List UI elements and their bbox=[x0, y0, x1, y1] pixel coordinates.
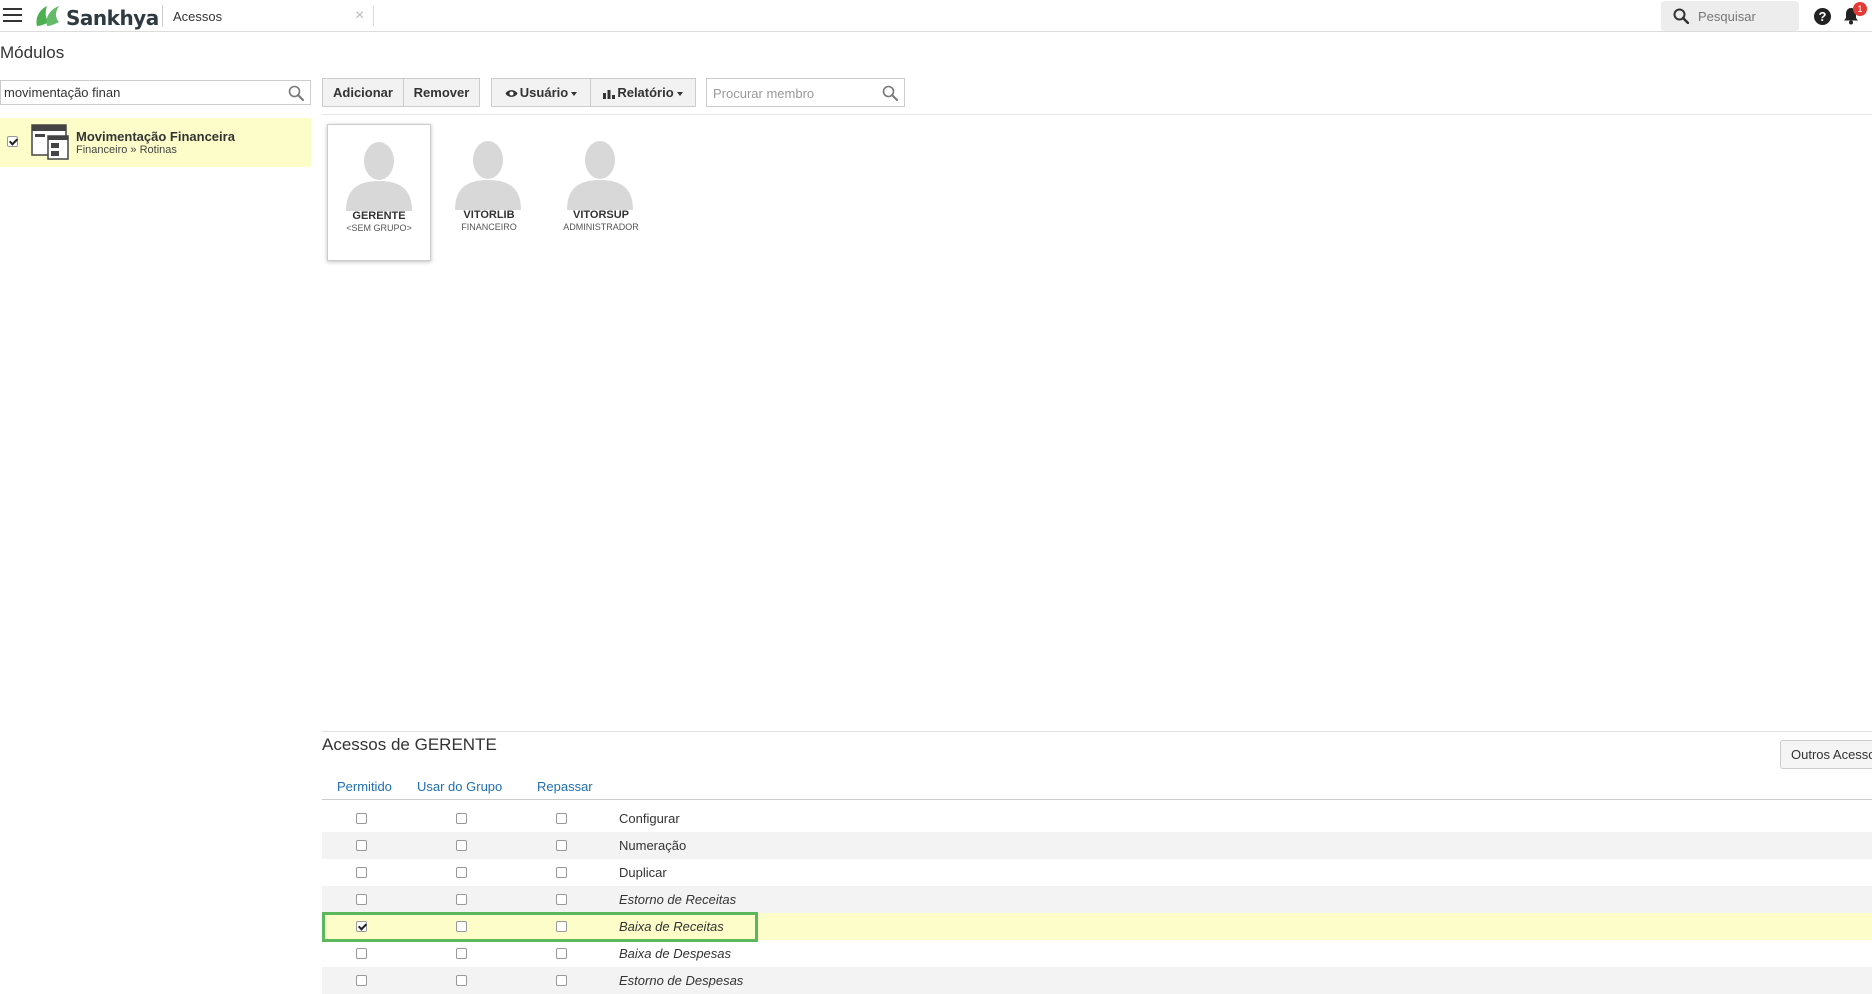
sankhya-logo-icon bbox=[36, 6, 59, 26]
use-group-checkbox[interactable] bbox=[456, 921, 467, 932]
report-dropdown-button[interactable]: Relatório bbox=[590, 78, 696, 107]
pass-checkbox[interactable] bbox=[556, 894, 567, 905]
page-title: Módulos bbox=[0, 43, 65, 62]
pass-checkbox[interactable] bbox=[556, 921, 567, 932]
user-card-vitorsup[interactable]: VITORSUP ADMINISTRADOR bbox=[549, 124, 653, 261]
allowed-checkbox[interactable] bbox=[356, 975, 367, 986]
use-group-checkbox[interactable] bbox=[456, 813, 467, 824]
bar-chart-icon bbox=[603, 89, 616, 99]
brand-name: Sankhya bbox=[66, 6, 159, 30]
access-label: Duplicar bbox=[619, 865, 667, 880]
access-label: Configurar bbox=[619, 811, 680, 826]
access-row-baixa-de-receitas: Baixa de Receitas bbox=[322, 913, 1872, 940]
access-row-configurar: Configurar bbox=[322, 805, 1872, 832]
access-title: Acessos de GERENTE bbox=[322, 735, 497, 754]
allowed-checkbox[interactable] bbox=[356, 840, 367, 851]
add-button[interactable]: Adicionar bbox=[322, 78, 404, 107]
caret-down-icon bbox=[571, 91, 578, 96]
access-label: Estorno de Receitas bbox=[619, 892, 737, 907]
other-access-button[interactable]: Outros Acessos bbox=[1780, 740, 1872, 769]
remove-button[interactable]: Remover bbox=[403, 78, 480, 107]
top-bar: Sankhya Acessos × Pesquisar ? 1 bbox=[0, 0, 1872, 32]
column-header-permitido[interactable]: Permitido bbox=[337, 779, 392, 794]
help-icon[interactable]: ? bbox=[1814, 8, 1831, 25]
close-icon[interactable]: × bbox=[355, 7, 364, 25]
use-group-checkbox[interactable] bbox=[456, 948, 467, 959]
search-placeholder: Pesquisar bbox=[1698, 9, 1756, 24]
module-search-field[interactable] bbox=[0, 80, 311, 105]
user-name: GERENTE bbox=[352, 210, 406, 222]
access-label: Estorno de Despesas bbox=[619, 973, 744, 988]
divider bbox=[322, 114, 1872, 115]
user-group: ADMINISTRADOR bbox=[563, 222, 639, 232]
user-avatar-icon bbox=[455, 141, 521, 210]
module-checkbox[interactable] bbox=[7, 136, 18, 147]
use-group-checkbox[interactable] bbox=[456, 840, 467, 851]
user-group: <SEM GRUPO> bbox=[346, 223, 412, 233]
column-header-usar-do-grupo[interactable]: Usar do Grupo bbox=[417, 779, 502, 794]
allowed-checkbox[interactable] bbox=[356, 813, 367, 824]
access-row-numeracao: Numeração bbox=[322, 832, 1872, 859]
pass-checkbox[interactable] bbox=[556, 867, 567, 878]
use-group-checkbox[interactable] bbox=[456, 975, 467, 986]
user-avatar-icon bbox=[346, 142, 412, 211]
divider bbox=[162, 5, 163, 27]
column-header-repassar[interactable]: Repassar bbox=[537, 779, 593, 794]
use-group-checkbox[interactable] bbox=[456, 867, 467, 878]
divider bbox=[373, 6, 374, 26]
pass-checkbox[interactable] bbox=[556, 948, 567, 959]
access-row-estorno-de-despesas: Estorno de Despesas bbox=[322, 967, 1872, 994]
user-dropdown-label: Usuário bbox=[519, 85, 569, 100]
user-card-vitorlib[interactable]: VITORLIB FINANCEIRO bbox=[437, 124, 541, 261]
allowed-checkbox[interactable] bbox=[356, 867, 367, 878]
access-label: Numeração bbox=[619, 838, 687, 853]
access-row-estorno-de-receitas: Estorno de Receitas bbox=[322, 886, 1872, 913]
access-label: Baixa de Receitas bbox=[619, 919, 724, 934]
user-card-gerente[interactable]: GERENTE <SEM GRUPO> bbox=[327, 124, 431, 261]
access-label: Baixa de Despesas bbox=[619, 946, 732, 961]
divider bbox=[322, 799, 1872, 800]
user-dropdown-button[interactable]: Usuário bbox=[491, 78, 591, 107]
divider bbox=[322, 731, 1872, 732]
allowed-checkbox[interactable] bbox=[356, 948, 367, 959]
user-name: VITORSUP bbox=[572, 209, 630, 221]
tab-acessos[interactable]: Acessos bbox=[173, 9, 222, 24]
module-path: Financeiro » Rotinas bbox=[76, 144, 177, 156]
access-row-duplicar: Duplicar bbox=[322, 859, 1872, 886]
user-avatar-icon bbox=[567, 141, 633, 210]
module-window-icon bbox=[31, 124, 69, 160]
access-row-baixa-de-despesas: Baixa de Despesas bbox=[322, 940, 1872, 967]
member-search-input[interactable]: Procurar membro bbox=[706, 78, 905, 107]
search-icon bbox=[1673, 8, 1689, 24]
use-group-checkbox[interactable] bbox=[456, 894, 467, 905]
module-search-input[interactable] bbox=[1, 81, 281, 103]
search-icon[interactable] bbox=[288, 85, 304, 101]
user-group: FINANCEIRO bbox=[461, 222, 517, 232]
pass-checkbox[interactable] bbox=[556, 840, 567, 851]
pass-checkbox[interactable] bbox=[556, 975, 567, 986]
pass-checkbox[interactable] bbox=[556, 813, 567, 824]
allowed-checkbox[interactable] bbox=[356, 894, 367, 905]
notification-badge: 1 bbox=[1853, 2, 1867, 16]
user-name: VITORLIB bbox=[463, 209, 515, 221]
report-dropdown-label: Relatório bbox=[617, 85, 674, 100]
caret-down-icon bbox=[676, 91, 683, 96]
eye-icon bbox=[505, 90, 518, 97]
global-search-input[interactable]: Pesquisar bbox=[1661, 1, 1799, 31]
module-item-movimentacao-financeira[interactable]: Movimentação Financeira Financeiro » Rot… bbox=[0, 118, 311, 167]
search-icon[interactable] bbox=[882, 85, 898, 101]
member-search-placeholder: Procurar membro bbox=[713, 86, 815, 101]
module-name: Movimentação Financeira bbox=[76, 129, 235, 144]
allowed-checkbox[interactable] bbox=[356, 921, 367, 932]
menu-icon[interactable] bbox=[3, 8, 22, 23]
